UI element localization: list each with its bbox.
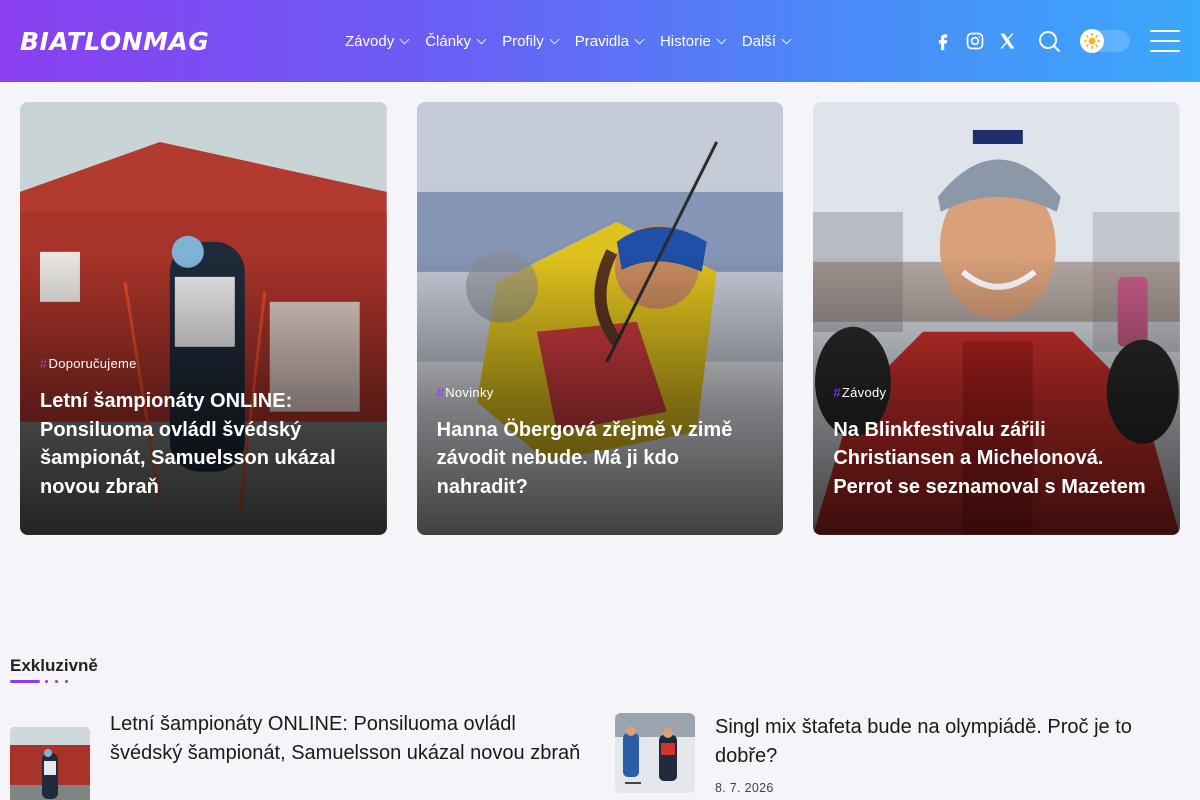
chevron-down-icon xyxy=(716,34,727,44)
underline-dot xyxy=(45,680,48,683)
nav-label: Pravidla xyxy=(574,32,629,50)
featured-card[interactable]: #Závody Na Blinkfestivalu zářili Christi… xyxy=(813,102,1181,535)
site-header: BIATLONMAG Závody Články Profily Pravidl… xyxy=(0,0,1200,82)
category-link[interactable]: #Novinky xyxy=(437,385,764,400)
list-item-title[interactable]: Letní šampionáty ONLINE: Ponsiluoma ovlá… xyxy=(110,710,590,767)
hash-icon: # xyxy=(833,384,841,400)
category-label: Závody xyxy=(841,384,887,400)
nav-item-clanky[interactable]: Články xyxy=(425,32,487,50)
menu-icon[interactable] xyxy=(1150,30,1180,52)
chevron-down-icon xyxy=(476,34,487,44)
list-item-text: Letní šampionáty ONLINE: Ponsiluoma ovlá… xyxy=(110,710,590,800)
article-thumbnail xyxy=(10,727,90,800)
nav-item-dalsi[interactable]: Další xyxy=(741,32,792,50)
category-label: Novinky xyxy=(445,384,494,400)
underline-bar xyxy=(10,680,40,683)
underline-dot xyxy=(55,680,58,683)
chevron-down-icon xyxy=(634,34,645,44)
category-link[interactable]: #Doporučujeme xyxy=(40,356,367,371)
card-title[interactable]: Hanna Öbergová zřejmě v zimě závodit neb… xyxy=(437,416,764,502)
list-item[interactable]: Singl mix štafeta bude na olympiádě. Pro… xyxy=(615,713,1190,795)
facebook-icon[interactable] xyxy=(932,30,954,52)
nav-label: Další xyxy=(741,32,776,50)
search-icon[interactable] xyxy=(1036,28,1062,54)
nav-label: Články xyxy=(425,32,472,50)
hash-icon: # xyxy=(436,384,445,400)
card-title[interactable]: Na Blinkfestivalu zářili Christiansen a … xyxy=(833,416,1160,502)
header-actions xyxy=(922,0,1180,82)
hash-icon: # xyxy=(40,356,48,371)
card-text: #Novinky Hanna Öbergová zřejmě v zimě zá… xyxy=(437,385,764,502)
menu-line xyxy=(1150,50,1180,52)
nav-item-historie[interactable]: Historie xyxy=(659,32,727,50)
nav-item-pravidla[interactable]: Pravidla xyxy=(574,32,645,50)
featured-posts: #Doporučujeme Letní šampionáty ONLINE: P… xyxy=(20,102,1181,535)
nav-label: Závody xyxy=(345,32,395,50)
underline-dot xyxy=(65,680,68,683)
nav-item-profily[interactable]: Profily xyxy=(502,32,560,50)
featured-card[interactable]: #Doporučujeme Letní šampionáty ONLINE: P… xyxy=(20,102,387,535)
x-twitter-icon[interactable] xyxy=(996,30,1018,52)
nav-item-zavody[interactable]: Závody xyxy=(345,32,410,50)
category-label: Doporučujeme xyxy=(48,356,137,371)
chevron-down-icon xyxy=(549,34,560,44)
card-text: #Doporučujeme Letní šampionáty ONLINE: P… xyxy=(40,356,367,501)
category-link[interactable]: #Závody xyxy=(833,385,1160,400)
section-heading: Exkluzivně xyxy=(10,656,98,675)
post-date: 8. 7. 2026 xyxy=(715,781,774,795)
featured-card[interactable]: #Novinky Hanna Öbergová zřejmě v zimě zá… xyxy=(416,102,784,535)
main-nav: Závody Články Profily Pravidla Historie … xyxy=(345,0,807,82)
site-logo[interactable]: BIATLONMAG xyxy=(20,26,209,58)
card-text: #Závody Na Blinkfestivalu zářili Christi… xyxy=(833,385,1160,502)
menu-line xyxy=(1150,30,1180,32)
chevron-down-icon xyxy=(781,34,792,44)
card-title[interactable]: Letní šampionáty ONLINE: Ponsiluoma ovlá… xyxy=(40,387,367,501)
instagram-icon[interactable] xyxy=(964,30,986,52)
list-item-title[interactable]: Singl mix štafeta bude na olympiádě. Pro… xyxy=(715,713,1190,770)
sun-icon xyxy=(1080,29,1104,53)
article-thumbnail xyxy=(615,713,695,793)
menu-line xyxy=(1150,40,1180,42)
heading-underline xyxy=(10,680,70,684)
list-item-text: Singl mix štafeta bude na olympiádě. Pro… xyxy=(715,713,1190,795)
list-item[interactable]: Letní šampionáty ONLINE: Ponsiluoma ovlá… xyxy=(10,710,590,800)
nav-label: Historie xyxy=(659,32,711,50)
chevron-down-icon xyxy=(399,34,410,44)
dark-mode-toggle[interactable] xyxy=(1080,29,1130,53)
nav-label: Profily xyxy=(502,32,544,50)
